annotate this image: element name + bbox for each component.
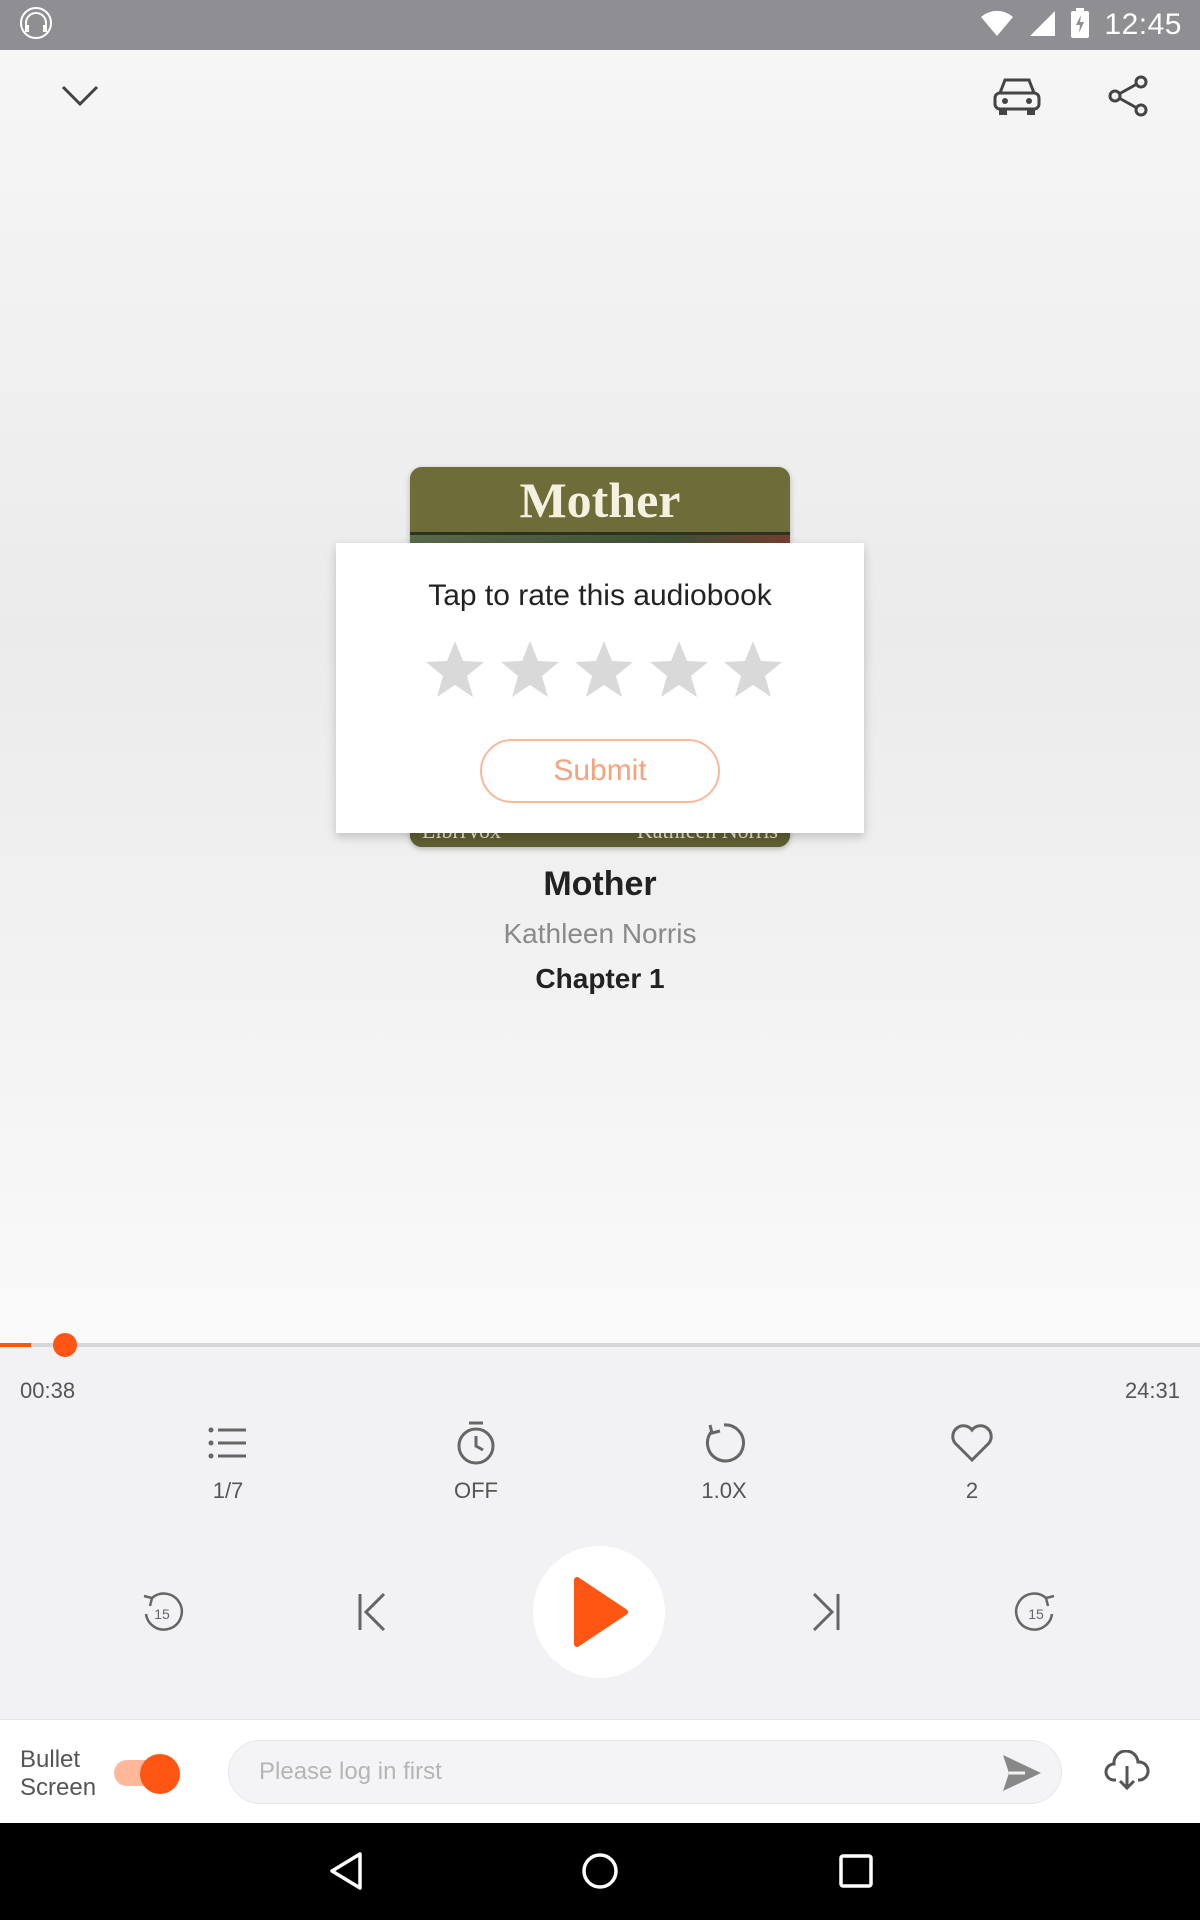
sleep-timer-button[interactable]: OFF — [416, 1418, 536, 1504]
send-icon[interactable] — [1001, 1753, 1043, 1800]
car-mode-icon[interactable] — [986, 68, 1048, 124]
previous-button[interactable] — [346, 1586, 398, 1638]
comment-bar: Bullet Screen Please log in first — [0, 1719, 1200, 1823]
bullet-screen-toggle[interactable] — [110, 1754, 180, 1794]
player-header — [0, 50, 1200, 146]
signal-icon — [1028, 9, 1056, 42]
total-duration: 24:31 — [1124, 1378, 1180, 1403]
chevron-down-icon[interactable] — [52, 68, 108, 124]
battery-icon — [1070, 7, 1090, 43]
forward-15-icon: 15 — [1014, 1592, 1055, 1631]
star-icon[interactable] — [424, 639, 486, 704]
previous-icon — [358, 1592, 386, 1632]
toggle-knob — [140, 1754, 180, 1794]
bullet-screen-label: Bullet Screen — [20, 1746, 96, 1802]
play-button[interactable] — [533, 1546, 665, 1678]
book-author[interactable]: Kathleen Norris — [0, 918, 1200, 950]
back-nav-icon[interactable] — [320, 1845, 372, 1897]
status-bar: 12:45 — [0, 0, 1200, 50]
system-nav-bar — [0, 1823, 1200, 1920]
rating-dialog-title: Tap to rate this audiobook — [428, 579, 772, 612]
chapter-title: Chapter 1 — [535, 963, 665, 994]
forward-seconds: 15 — [1028, 1606, 1044, 1622]
heart-icon — [912, 1418, 1032, 1468]
like-count: 2 — [965, 1478, 979, 1503]
headphones-notification-icon — [18, 5, 54, 46]
next-icon — [812, 1592, 840, 1632]
cover-title: Mother — [410, 467, 790, 535]
recents-nav-icon[interactable] — [830, 1845, 882, 1897]
wifi-icon — [980, 9, 1014, 42]
rating-dialog: Tap to rate this audiobook Submit — [336, 543, 864, 833]
bullet-label-line2: Screen — [20, 1774, 97, 1801]
timer-status: OFF — [454, 1478, 498, 1503]
bullet-label-line1: Bullet — [20, 1746, 81, 1773]
like-button[interactable]: 2 — [912, 1418, 1032, 1504]
rewind-15-button[interactable]: 15 — [136, 1586, 188, 1638]
playlist-button[interactable]: 1/7 — [168, 1418, 288, 1504]
star-icon[interactable] — [648, 639, 710, 704]
rewind-seconds: 15 — [154, 1606, 170, 1622]
share-icon[interactable] — [1100, 68, 1156, 124]
submit-button[interactable]: Submit — [480, 739, 720, 803]
comment-input[interactable]: Please log in first — [228, 1740, 1062, 1804]
progress-fill — [0, 1343, 31, 1347]
next-button[interactable] — [800, 1586, 852, 1638]
playlist-position: 1/7 — [212, 1478, 244, 1503]
progress-thumb[interactable] — [53, 1333, 77, 1357]
star-icon[interactable] — [722, 639, 784, 704]
elapsed-time: 00:38 — [20, 1378, 76, 1403]
star-icon[interactable] — [573, 639, 635, 704]
star-icon[interactable] — [499, 639, 561, 704]
speed-value: 1.0X — [701, 1478, 747, 1503]
forward-15-button[interactable]: 15 — [1010, 1586, 1062, 1638]
clock: 12:45 — [1104, 8, 1182, 41]
rewind-15-icon: 15 — [143, 1592, 184, 1631]
rating-stars — [424, 639, 784, 704]
timer-icon — [416, 1418, 536, 1468]
speed-icon — [664, 1418, 784, 1468]
play-icon — [574, 1577, 628, 1647]
download-icon[interactable] — [1104, 1749, 1150, 1797]
comment-placeholder: Please log in first — [259, 1758, 442, 1785]
progress-slider[interactable] — [0, 1333, 1200, 1357]
speed-button[interactable]: 1.0X — [664, 1418, 784, 1504]
playlist-icon — [168, 1418, 288, 1468]
home-nav-icon[interactable] — [574, 1845, 626, 1897]
book-title: Mother — [543, 865, 657, 903]
